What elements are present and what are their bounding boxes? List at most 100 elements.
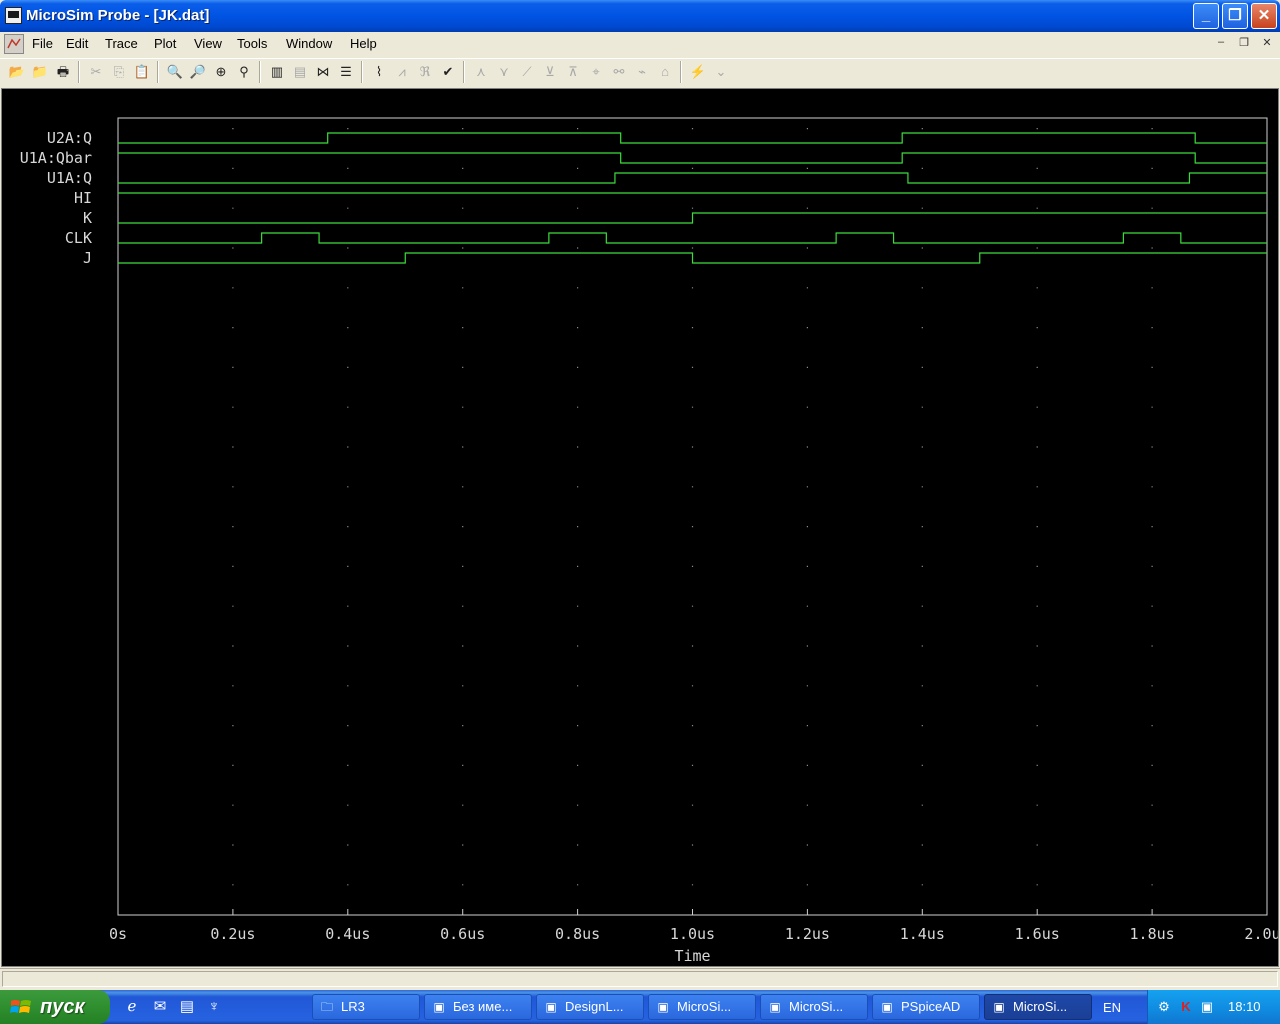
eval-goal-icon[interactable]: ⌇ [368,61,390,83]
taskbar-button-label: DesignL... [565,999,624,1014]
menu-plot[interactable]: Plot [154,36,176,51]
taskbar-button[interactable]: ▣ Без име... [424,994,532,1020]
cursor-peak-icon[interactable]: ⋏ [470,61,492,83]
cursor-slope-icon[interactable]: ⟋ [516,61,538,83]
menu-bar [0,32,1280,56]
fourier-icon[interactable]: ▤ [289,61,311,83]
taskbar-button-label: MicroSi... [789,999,844,1014]
probe-app-icon[interactable] [5,7,22,24]
zoom-in-icon[interactable]: 🔍 [164,61,186,83]
add-trace-icon[interactable]: ☰ [335,61,357,83]
minimize-button[interactable]: _ [1193,3,1219,29]
taskbar-button[interactable]: ▣ MicroSi... [760,994,868,1020]
grid [232,128,1153,915]
maximize-icon: ❐ [1228,7,1242,24]
trace-label[interactable]: CLK [65,229,92,247]
network-icon[interactable]: ⚙ [1156,999,1172,1015]
microsim-icon: ▣ [657,1000,669,1014]
mdi-close-button[interactable]: ✕ [1259,36,1275,49]
open-icon[interactable]: 📂 [6,61,28,83]
x-tick-label: 0.6us [440,925,485,943]
trace-label[interactable]: J [83,249,92,267]
ie-icon[interactable]: ℯ [122,997,142,1017]
microsim-edit-icon: ▣ [769,1000,781,1014]
outlook-icon[interactable]: ✉ [150,997,170,1017]
app-icon[interactable]: ♆ [204,997,224,1017]
trace-label[interactable]: U1A:Qbar [20,149,92,167]
paste-icon[interactable]: 📋 [131,61,153,83]
mdi-minimize-button[interactable]: – [1213,36,1229,48]
monitor-icon[interactable]: ▣ [1199,999,1215,1015]
cursor-max-icon[interactable]: ⊼ [562,61,584,83]
mark-data-icon[interactable]: ⩘ [391,61,413,83]
performance-icon[interactable]: ⋈ [312,61,334,83]
designlab-icon: ▣ [545,1000,557,1014]
trace-label[interactable]: K [83,209,92,227]
mdi-restore-button[interactable]: ❐ [1236,36,1252,49]
language-indicator[interactable]: EN [1103,1000,1121,1015]
taskbar-button-label: PSpiceAD [901,999,961,1014]
toolbar-separator [680,61,682,83]
trace-label[interactable]: U1A:Q [47,169,92,187]
cursor-trough-icon[interactable]: ⋎ [493,61,515,83]
x-tick-label: 1.0us [670,925,715,943]
cursor-search-icon[interactable]: ⚯ [608,61,630,83]
menu-edit[interactable]: Edit [66,36,88,51]
menu-window[interactable]: Window [286,36,332,51]
menu-tools[interactable]: Tools [237,36,267,51]
close-button[interactable]: ✕ [1251,3,1277,29]
waveform-plot[interactable]: U2A:Q U1A:Qbar U1A:Q HI K CLK J 0s 0.2us 0.4us 0.… [2,89,1278,966]
zoom-out-icon[interactable]: 🔎 [187,61,209,83]
mark-label-2-icon[interactable]: ⚡ [687,61,709,83]
cursor-next-tran-icon[interactable]: ⌁ [631,61,653,83]
cursor-prev-tran-icon[interactable]: ⌂ [654,61,676,83]
append-icon[interactable]: 📁 [29,61,51,83]
waveform-icon [7,38,21,49]
trace-u1a-qbar [118,152,1267,164]
toolbar-separator [259,61,261,83]
taskbar-button[interactable]: ▣ MicroSi... [648,994,756,1020]
document-icon[interactable] [4,34,24,54]
x-tick-label: 1.6us [1015,925,1060,943]
zoom-area-icon[interactable]: ⊕ [210,61,232,83]
maximize-button[interactable]: ❐ [1222,3,1248,29]
cursor-label-icon[interactable]: ⌄ [710,61,732,83]
taskbar-button[interactable]: ▣ MicroSi... [984,994,1092,1020]
x-tick-label: 2.0us [1244,925,1278,943]
clock[interactable]: 18:10 [1228,999,1261,1014]
trace-u1a-q [118,172,1267,184]
trace-label[interactable]: U2A:Q [47,129,92,147]
cursor-min-icon[interactable]: ⊻ [539,61,561,83]
x-tick-label: 0.2us [210,925,255,943]
toggle-cursor-icon[interactable]: ✔ [437,61,459,83]
menu-file[interactable]: File [32,36,53,51]
x-tick-label: 0.8us [555,925,600,943]
x-axis-ticks: 0s 0.2us 0.4us 0.6us 0.8us 1.0us 1.2us 1.4us 1.6… [109,909,1278,943]
x-axis-label: Time [674,947,710,965]
print-icon[interactable]: 🖶 [52,61,74,83]
cursor-point-icon[interactable]: ⌖ [585,61,607,83]
folder-icon: 🗀 [320,1000,333,1014]
trace-labels[interactable]: U2A:Q U1A:Qbar U1A:Q HI K CLK J [20,129,92,267]
zoom-fit-icon[interactable]: ⚲ [233,61,255,83]
notepad-icon[interactable]: ▤ [177,997,197,1017]
probe-icon: ▣ [993,1000,1005,1014]
trace-label[interactable]: HI [74,189,92,207]
taskbar-button[interactable]: ▣ DesignL... [536,994,644,1020]
log-x-icon[interactable]: ▥ [266,61,288,83]
cut-icon[interactable]: ✂ [85,61,107,83]
menu-help[interactable]: Help [350,36,377,51]
antivirus-icon[interactable]: K [1178,999,1194,1015]
trace-u2a-q [118,132,1267,144]
start-label: пуск [40,996,85,1018]
taskbar-button-label: MicroSi... [677,999,732,1014]
menu-view[interactable]: View [194,36,222,51]
menu-trace[interactable]: Trace [105,36,138,51]
mark-label-icon[interactable]: ℜ [414,61,436,83]
status-pane [2,971,1278,987]
taskbar-button[interactable]: 🗀 LR3 [312,994,420,1020]
taskbar-button[interactable]: ▣ PSpiceAD [872,994,980,1020]
close-icon: ✕ [1257,7,1271,24]
copy-icon[interactable]: ⎘ [108,61,130,83]
toolbar-separator [361,61,363,83]
